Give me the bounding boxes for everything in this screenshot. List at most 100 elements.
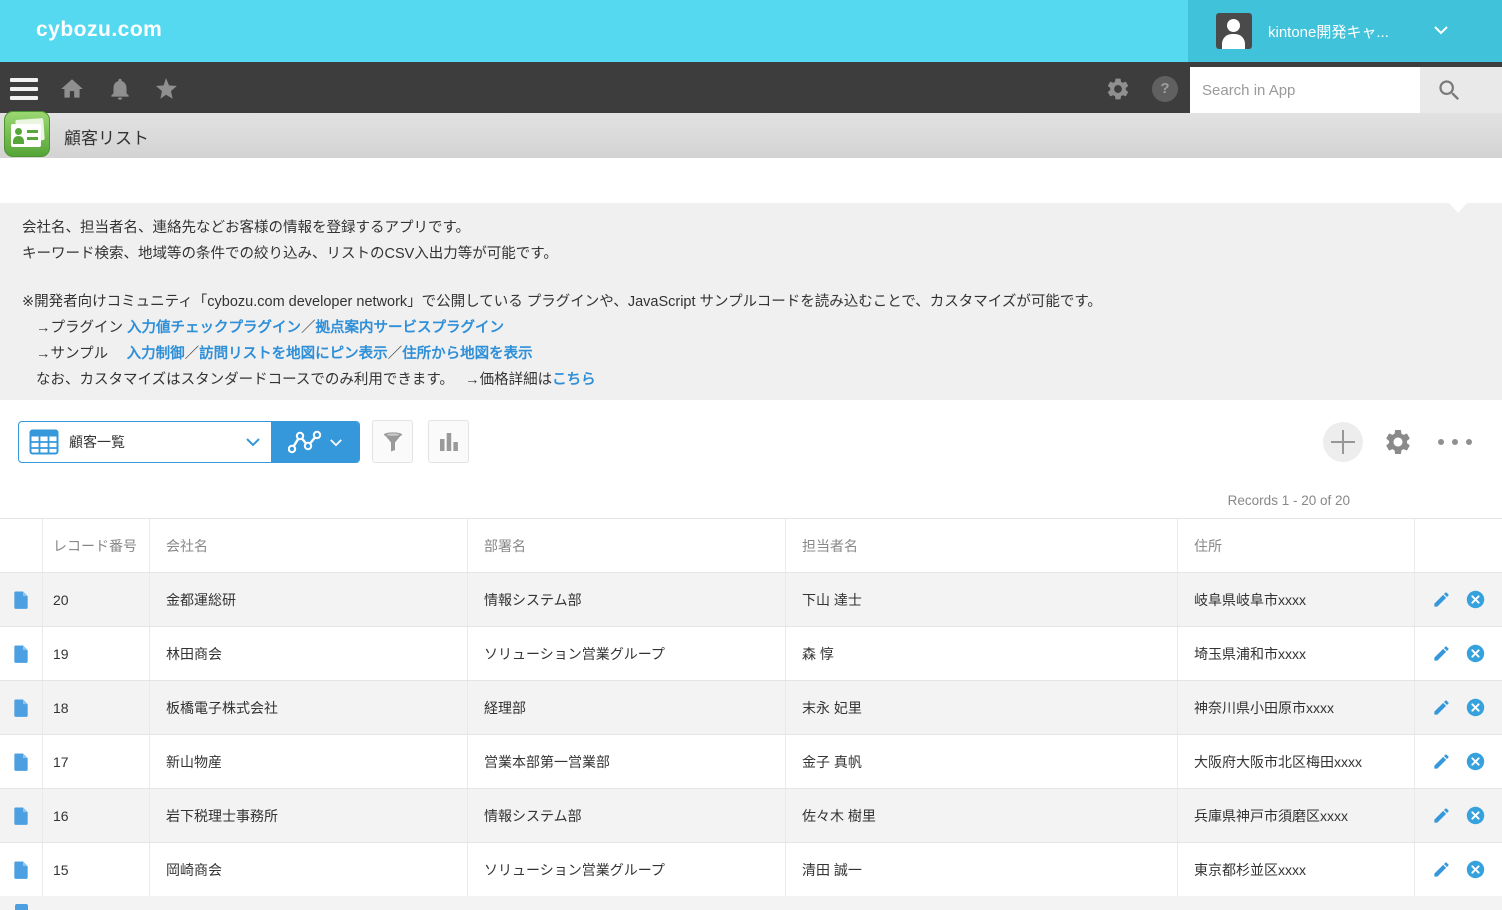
pencil-icon xyxy=(1432,752,1451,771)
person: 佐々木 樹里 xyxy=(786,789,1178,842)
add-record-button[interactable] xyxy=(1323,422,1363,462)
bell-icon[interactable] xyxy=(107,76,133,102)
chevron-down-icon xyxy=(1433,25,1449,35)
column-header-address[interactable]: 住所 xyxy=(1178,519,1415,572)
company: 岩下税理士事務所 xyxy=(150,789,468,842)
delete-record-button[interactable] xyxy=(1466,590,1485,609)
department: 情報システム部 xyxy=(468,573,786,626)
edit-record-button[interactable] xyxy=(1432,698,1451,717)
search-icon xyxy=(1436,77,1463,104)
record-no: 15 xyxy=(43,843,150,896)
home-icon[interactable] xyxy=(59,76,85,102)
settings-gear-icon[interactable] xyxy=(1105,76,1131,102)
address: 岐阜県岐阜市xxxx xyxy=(1178,573,1415,626)
table-row: 19 林田商会 ソリューション営業グループ 森 惇 埼玉県浦和市xxxx xyxy=(0,627,1502,681)
graph-view-button[interactable] xyxy=(271,422,359,462)
record-file-icon[interactable] xyxy=(13,860,29,879)
chevron-down-icon xyxy=(245,437,261,447)
more-options-button[interactable] xyxy=(1438,439,1498,445)
app-header-bar xyxy=(0,113,1502,158)
records-table: レコード番号 会社名 部署名 担当者名 住所 20 金都運総研 情報システム部 … xyxy=(0,518,1502,897)
view-dropdown[interactable]: 顧客一覧 xyxy=(19,422,271,462)
record-file-icon[interactable] xyxy=(13,806,29,825)
filter-button[interactable] xyxy=(372,420,413,463)
price-prefix: なお、カスタマイズはスタンダードコースでのみ利用できます。 →価格詳細は xyxy=(36,372,552,388)
app-icon xyxy=(4,111,50,157)
kintone-app-screen: cybozu.com kintone開発キャ... ? 顧客リスト App: 顧… xyxy=(0,0,1502,910)
view-name: 顧客一覧 xyxy=(69,432,125,452)
user-menu[interactable]: kintone開発キャ... xyxy=(1188,0,1502,62)
bar-chart-icon xyxy=(438,431,460,453)
records-count: Records 1 - 20 of 20 xyxy=(1100,493,1350,508)
pencil-icon xyxy=(1432,590,1451,609)
cybozu-logo[interactable]: cybozu.com xyxy=(36,18,162,42)
edit-record-button[interactable] xyxy=(1432,860,1451,879)
table-view-icon xyxy=(29,429,59,455)
delete-record-button[interactable] xyxy=(1466,860,1485,879)
record-file-icon[interactable] xyxy=(13,590,29,609)
partial-next-row xyxy=(0,896,1502,910)
delete-record-button[interactable] xyxy=(1466,644,1485,663)
user-avatar-icon xyxy=(1216,13,1252,49)
chart-button[interactable] xyxy=(428,420,469,463)
search-input[interactable] xyxy=(1190,67,1420,113)
description-line3: ※開発者向けコミュニティ「cybozu.com developer networ… xyxy=(22,289,1102,315)
edit-record-button[interactable] xyxy=(1432,752,1451,771)
app-settings-gear-icon[interactable] xyxy=(1383,427,1413,457)
person: 金子 真帆 xyxy=(786,735,1178,788)
plugin-prefix: →プラグイン xyxy=(36,320,127,336)
funnel-icon xyxy=(381,430,405,454)
breadcrumb-bar: App: 顧客リスト i xyxy=(0,158,1502,203)
search-button[interactable] xyxy=(1420,67,1502,113)
department: 情報システム部 xyxy=(468,789,786,842)
delete-record-button[interactable] xyxy=(1466,752,1485,771)
company: 新山物産 xyxy=(150,735,468,788)
sample-link-3[interactable]: 住所から地図を表示 xyxy=(402,346,533,362)
pencil-icon xyxy=(1432,806,1451,825)
record-file-icon[interactable] xyxy=(13,698,29,717)
record-no: 19 xyxy=(43,627,150,680)
description-line2: キーワード検索、地域等の条件での絞り込み、リストのCSV入出力等が可能です。 xyxy=(22,241,558,267)
record-file-icon[interactable] xyxy=(13,644,29,663)
column-header-person[interactable]: 担当者名 xyxy=(786,519,1178,572)
icon-column-header xyxy=(0,519,43,572)
table-row: 17 新山物産 営業本部第一営業部 金子 真帆 大阪府大阪市北区梅田xxxx xyxy=(0,735,1502,789)
edit-record-button[interactable] xyxy=(1432,590,1451,609)
address: 埼玉県浦和市xxxx xyxy=(1178,627,1415,680)
table-row: 20 金都運総研 情報システム部 下山 達士 岐阜県岐阜市xxxx xyxy=(0,573,1502,627)
company: 岡崎商会 xyxy=(150,843,468,896)
user-name: kintone開発キャ... xyxy=(1268,21,1389,42)
plugin-link-1[interactable]: 入力値チェックプラグイン xyxy=(127,320,301,336)
sample-link-2[interactable]: 訪問リストを地図にピン表示 xyxy=(199,346,388,362)
record-no: 17 xyxy=(43,735,150,788)
price-link[interactable]: こちら xyxy=(552,372,596,388)
delete-record-button[interactable] xyxy=(1466,806,1485,825)
view-selector: 顧客一覧 xyxy=(18,421,360,463)
circle-x-icon xyxy=(1466,644,1485,663)
delete-record-button[interactable] xyxy=(1466,698,1485,717)
record-file-icon[interactable] xyxy=(13,752,29,771)
menu-hamburger-icon[interactable] xyxy=(10,78,38,100)
edit-record-button[interactable] xyxy=(1432,806,1451,825)
plugin-link-2[interactable]: 拠点案内サービスプラグイン xyxy=(316,320,505,336)
record-no: 20 xyxy=(43,573,150,626)
department: ソリューション営業グループ xyxy=(468,627,786,680)
circle-x-icon xyxy=(1466,590,1485,609)
app-description-panel: 会社名、担当者名、連絡先などお客様の情報を登録するアプリです。 キーワード検索、… xyxy=(0,203,1502,400)
circle-x-icon xyxy=(1466,752,1485,771)
address: 東京都杉並区xxxx xyxy=(1178,843,1415,896)
star-icon[interactable] xyxy=(153,76,179,102)
help-icon[interactable]: ? xyxy=(1152,76,1178,102)
top-header-bar: cybozu.com kintone開発キャ... xyxy=(0,0,1502,62)
column-header-record-no[interactable]: レコード番号 xyxy=(43,519,150,572)
circle-x-icon xyxy=(1466,860,1485,879)
record-no: 16 xyxy=(43,789,150,842)
graph-icon xyxy=(288,429,322,455)
company: 板橋電子株式会社 xyxy=(150,681,468,734)
sample-link-1[interactable]: 入力制御 xyxy=(127,346,185,362)
company: 金都運総研 xyxy=(150,573,468,626)
department: 営業本部第一営業部 xyxy=(468,735,786,788)
column-header-company[interactable]: 会社名 xyxy=(150,519,468,572)
column-header-department[interactable]: 部署名 xyxy=(468,519,786,572)
edit-record-button[interactable] xyxy=(1432,644,1451,663)
